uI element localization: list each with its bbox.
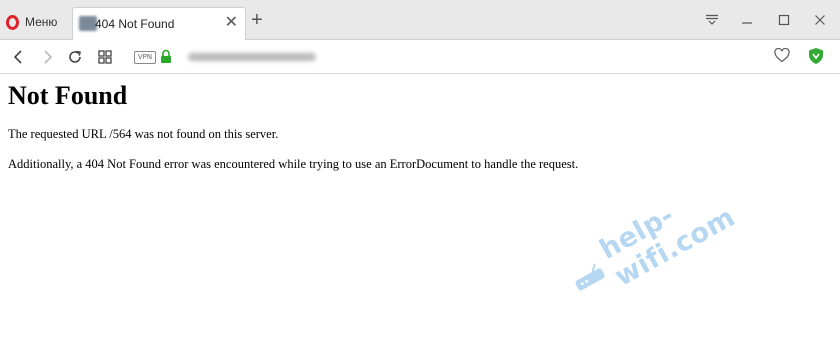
url-text-blurred: [188, 53, 316, 61]
watermark-text: help-wifi.com: [594, 199, 741, 293]
error-detail: Additionally, a 404 Not Found error was …: [8, 157, 579, 171]
opera-menu-button[interactable]: Меню: [6, 12, 57, 32]
navigation-bar: VPN: [0, 40, 840, 74]
router-icon: [575, 263, 605, 291]
forward-icon[interactable]: [36, 46, 58, 68]
maximize-icon[interactable]: [770, 8, 798, 32]
watermark: help-wifi.com: [560, 137, 809, 312]
bookmark-heart-icon[interactable]: [774, 47, 790, 68]
tab-close-icon[interactable]: ✕: [225, 14, 238, 32]
lock-icon[interactable]: [160, 49, 172, 69]
menu-label: Меню: [25, 15, 58, 29]
back-icon[interactable]: [8, 46, 30, 68]
tab-menu-icon[interactable]: [698, 8, 726, 32]
new-tab-button[interactable]: +: [251, 10, 263, 30]
error-message: The requested URL /564 was not found on …: [8, 127, 279, 141]
minimize-icon[interactable]: [733, 8, 761, 32]
window-close-icon[interactable]: [806, 8, 834, 32]
opera-logo-icon: [6, 14, 19, 30]
page-content: Not Found The requested URL /564 was not…: [8, 80, 578, 171]
tab-title: 404 Not Found: [95, 17, 175, 31]
tab-bar: Меню 404 Not Found ✕ +: [0, 0, 840, 40]
address-field[interactable]: VPN: [126, 45, 802, 69]
page-heading: Not Found: [8, 81, 128, 110]
shield-icon[interactable]: [808, 47, 824, 70]
reload-icon[interactable]: [64, 46, 86, 68]
tab-active[interactable]: 404 Not Found ✕: [72, 7, 246, 40]
speed-dial-icon[interactable]: [94, 46, 116, 68]
vpn-badge[interactable]: VPN: [134, 51, 156, 64]
